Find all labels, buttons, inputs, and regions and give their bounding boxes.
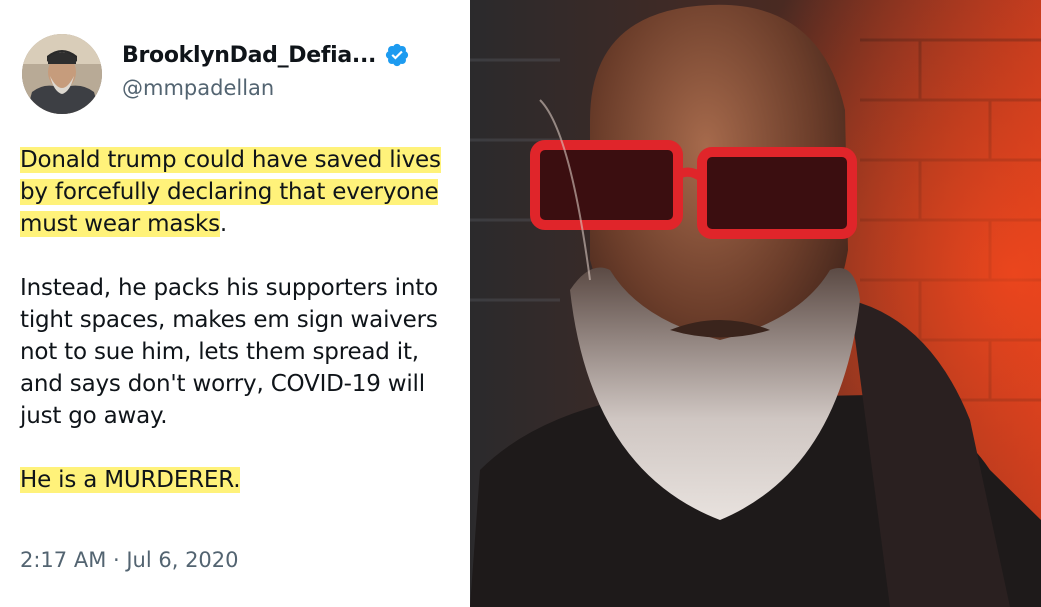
tweet-text: Donald trump could have saved lives by f… xyxy=(20,144,465,528)
tweet-card: BrooklynDad_Defia... @mmpadellan Donald … xyxy=(0,0,470,607)
author-name-row: BrooklynDad_Defia... xyxy=(122,42,410,68)
author-display-name[interactable]: BrooklynDad_Defia... xyxy=(122,43,376,68)
screenshot-canvas: BrooklynDad_Defia... @mmpadellan Donald … xyxy=(0,0,1041,607)
avatar-image xyxy=(22,34,102,114)
portrait-photo xyxy=(470,0,1041,607)
tweet-text-tail: . xyxy=(219,211,228,237)
verified-badge-icon xyxy=(384,42,410,68)
tweet-timestamp[interactable]: 2:17 AM · Jul 6, 2020 xyxy=(20,548,239,572)
tweet-paragraph-3: He is a MURDERER. xyxy=(20,464,465,496)
tweet-paragraph-1: Donald trump could have saved lives by f… xyxy=(20,144,465,240)
author-handle[interactable]: @mmpadellan xyxy=(122,76,274,100)
portrait-illustration xyxy=(470,0,1041,607)
highlighted-text: Donald trump could have saved lives by f… xyxy=(20,147,441,237)
highlighted-text: He is a MURDERER. xyxy=(20,467,241,493)
tweet-paragraph-2: Instead, he packs his supporters into ti… xyxy=(20,275,438,429)
avatar[interactable] xyxy=(22,34,102,114)
